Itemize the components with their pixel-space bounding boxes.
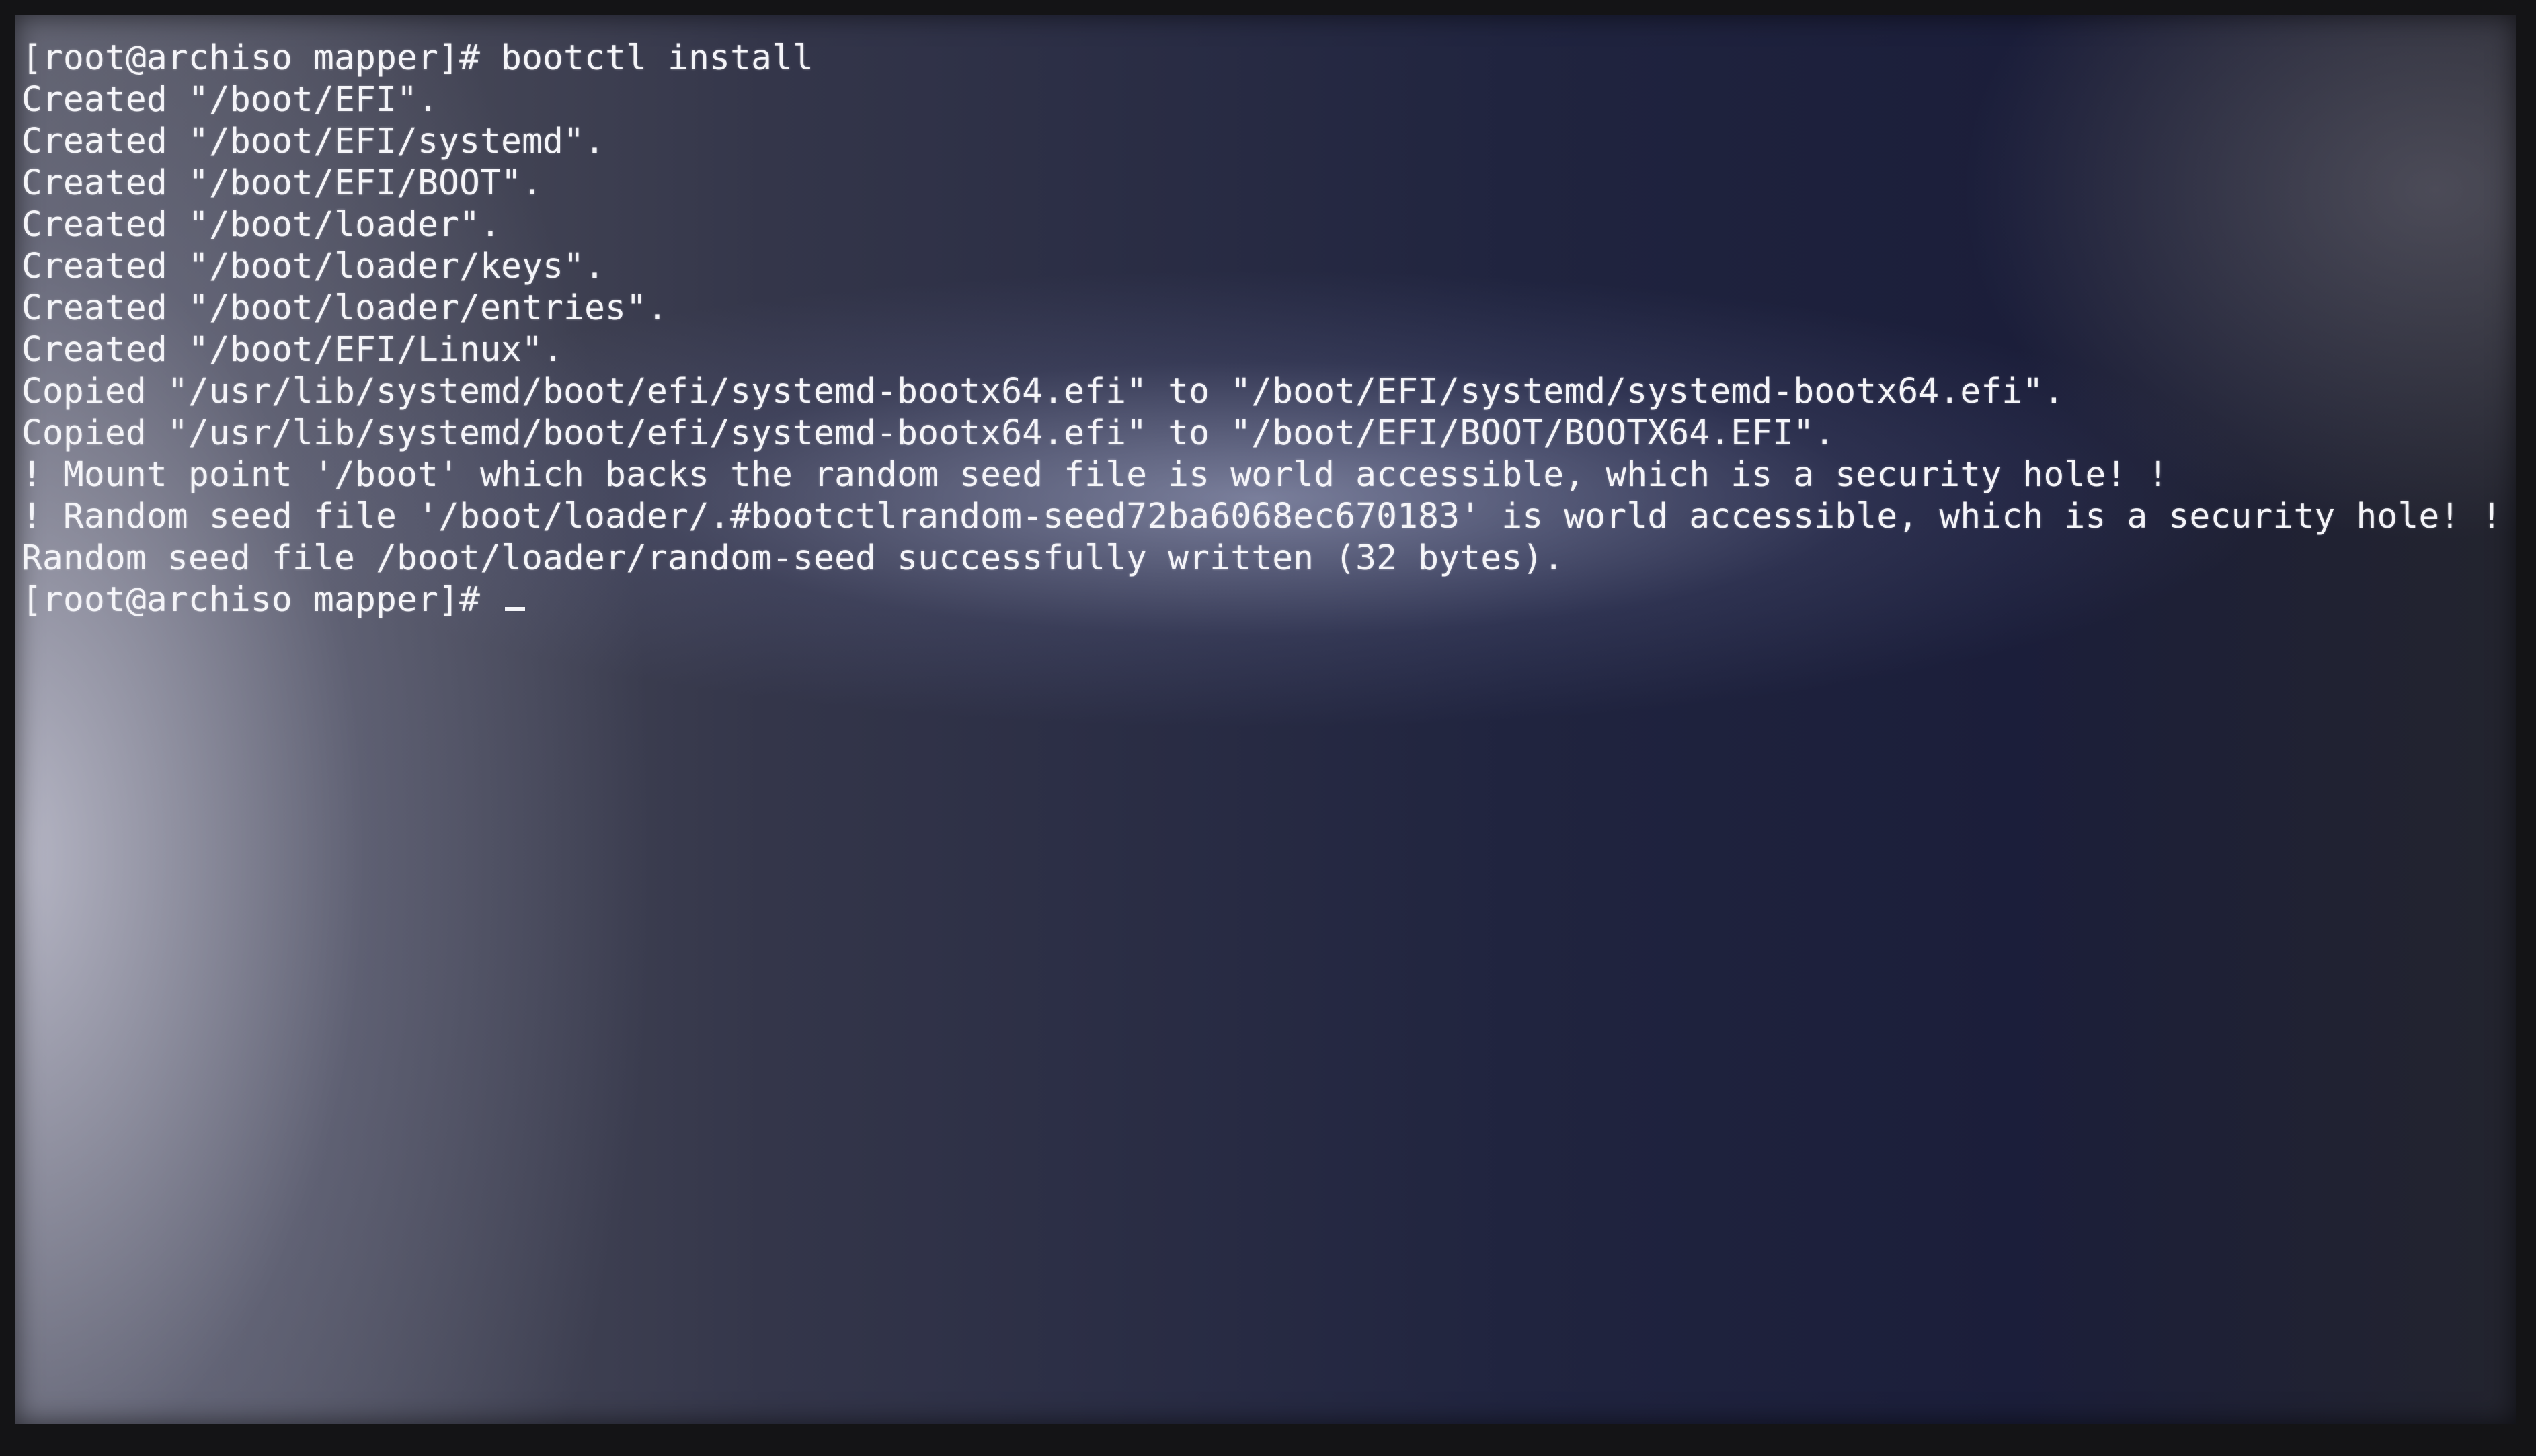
output-line: Random seed file /boot/loader/random-see… (22, 538, 1564, 578)
output-line: Copied "/usr/lib/systemd/boot/efi/system… (22, 413, 1835, 453)
output-line: Created "/boot/EFI/Linux". (22, 330, 564, 370)
prompt-line[interactable]: [root@archiso mapper]# (22, 579, 2502, 621)
warning-line: ! Mount point '/boot' which backs the ra… (22, 455, 2169, 495)
output-line: Created "/boot/loader". (22, 205, 502, 245)
terminal-output[interactable]: [root@archiso mapper]# bootctl install C… (22, 38, 2502, 621)
output-line: Created "/boot/EFI/BOOT". (22, 163, 543, 203)
output-line: Created "/boot/EFI". (22, 80, 439, 120)
text-cursor (505, 607, 526, 611)
output-line: Created "/boot/loader/entries". (22, 288, 668, 328)
shell-prompt: [root@archiso mapper]# (22, 580, 502, 620)
warning-line: ! Random seed file '/boot/loader/.#bootc… (22, 497, 2502, 536)
console-screen: [root@archiso mapper]# bootctl install C… (15, 15, 2516, 1424)
command-line: [root@archiso mapper]# bootctl install (22, 38, 814, 78)
output-line: Created "/boot/EFI/systemd". (22, 122, 606, 161)
output-line: Created "/boot/loader/keys". (22, 247, 606, 286)
output-line: Copied "/usr/lib/systemd/boot/efi/system… (22, 372, 2065, 411)
